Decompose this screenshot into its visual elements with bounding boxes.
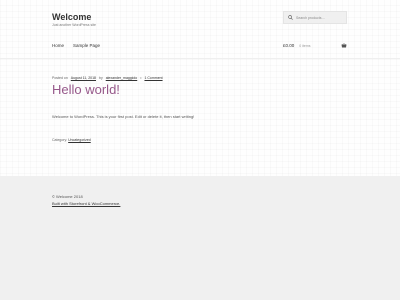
search-icon — [288, 15, 293, 20]
post-body: Welcome to WordPress. This is your first… — [52, 114, 195, 119]
meta-separator: • — [140, 76, 142, 80]
post-meta: Posted on August 11, 2018 by alexander_m… — [52, 76, 163, 80]
site-title[interactable]: Welcome — [52, 12, 91, 22]
post-date-link[interactable]: August 11, 2018 — [71, 76, 96, 80]
site-description: Just another WordPress site — [52, 23, 96, 27]
cart-amount[interactable]: £0.00 — [283, 43, 294, 48]
nav-item-home[interactable]: Home — [52, 43, 64, 48]
post-author-link[interactable]: alexander_maggiolo — [106, 76, 138, 80]
header-cart[interactable]: £0.00 0 items — [283, 43, 347, 48]
footer-copyright: © Welcome 2018 — [52, 194, 83, 199]
category-link[interactable]: Uncategorized — [68, 138, 91, 142]
cart-count[interactable]: 0 items — [299, 44, 310, 48]
post-category: Category: Uncategorized — [52, 138, 91, 142]
nav-item-sample-page[interactable]: Sample Page — [73, 43, 100, 48]
posted-on-label: Posted on — [52, 76, 68, 80]
by-label: by — [99, 76, 103, 80]
product-search[interactable] — [283, 11, 347, 24]
post-title[interactable]: Hello world! — [52, 82, 120, 97]
header-divider — [0, 58, 400, 59]
primary-navigation: Home Sample Page — [52, 43, 100, 48]
site-header: Welcome Just another WordPress site Home… — [0, 0, 400, 60]
search-input[interactable] — [296, 15, 346, 20]
footer-credit-link[interactable]: Built with Storefront & WooCommerce. — [52, 201, 120, 206]
post-comments-link[interactable]: 1 Comment — [144, 76, 162, 80]
category-label: Category — [52, 138, 67, 142]
basket-icon[interactable] — [341, 43, 347, 48]
site-footer: © Welcome 2018 Built with Storefront & W… — [0, 176, 400, 300]
